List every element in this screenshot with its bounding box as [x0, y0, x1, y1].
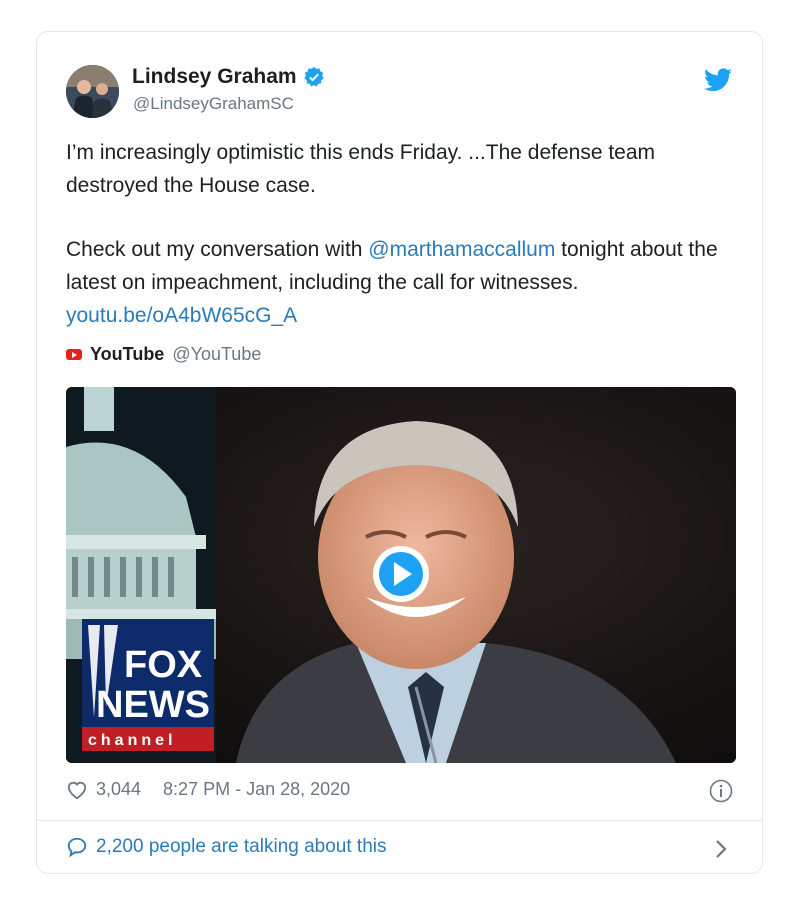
source-handle[interactable]: @YouTube	[172, 344, 261, 365]
logo-line-2: NEWS	[96, 684, 210, 726]
divider	[37, 820, 762, 821]
conversation-link[interactable]: 2,200 people are talking about this	[66, 836, 387, 858]
like-count[interactable]: 3,044	[96, 779, 141, 800]
tweet-meta: 3,044 8:27 PM - Jan 28, 2020	[66, 779, 350, 800]
tweet-paragraph-1: I’m increasingly optimistic this ends Fr…	[66, 141, 656, 197]
author-name[interactable]: Lindsey Graham	[132, 65, 297, 89]
chevron-right-icon[interactable]	[714, 838, 728, 860]
video-link[interactable]: youtu.be/oA4bW65cG_A	[66, 304, 297, 327]
youtube-icon	[66, 349, 82, 360]
mention-link[interactable]: @marthamaccallum	[368, 238, 555, 261]
avatar[interactable]	[66, 65, 119, 118]
info-icon[interactable]	[709, 779, 733, 803]
media-source[interactable]: YouTube @YouTube	[66, 344, 261, 365]
video-thumbnail[interactable]: FOX NEWS channel	[66, 387, 736, 763]
twitter-bird-icon[interactable]	[704, 68, 732, 92]
tweet-text-part: Check out my conversation with	[66, 238, 369, 261]
play-icon[interactable]	[373, 546, 429, 602]
tweet-paragraph-2: Check out my conversation with @marthama…	[66, 233, 736, 332]
conversation-text[interactable]: 2,200 people are talking about this	[96, 836, 387, 858]
heart-icon[interactable]	[66, 780, 88, 800]
tweet-text: I’m increasingly optimistic this ends Fr…	[66, 136, 736, 332]
timestamp[interactable]: 8:27 PM - Jan 28, 2020	[163, 779, 350, 800]
author-handle[interactable]: @LindseyGrahamSC	[133, 94, 294, 114]
comment-icon	[67, 837, 87, 858]
tweet-card: Lindsey Graham @LindseyGrahamSC I’m incr…	[36, 31, 763, 874]
logo-line-3: channel	[88, 732, 176, 749]
source-name[interactable]: YouTube	[90, 344, 164, 365]
author-name-row[interactable]: Lindsey Graham	[132, 65, 325, 89]
video-frame: FOX NEWS channel	[66, 387, 736, 763]
fox-news-logo: FOX NEWS channel	[82, 619, 214, 751]
logo-line-1: FOX	[124, 644, 203, 686]
verified-icon	[303, 66, 324, 87]
